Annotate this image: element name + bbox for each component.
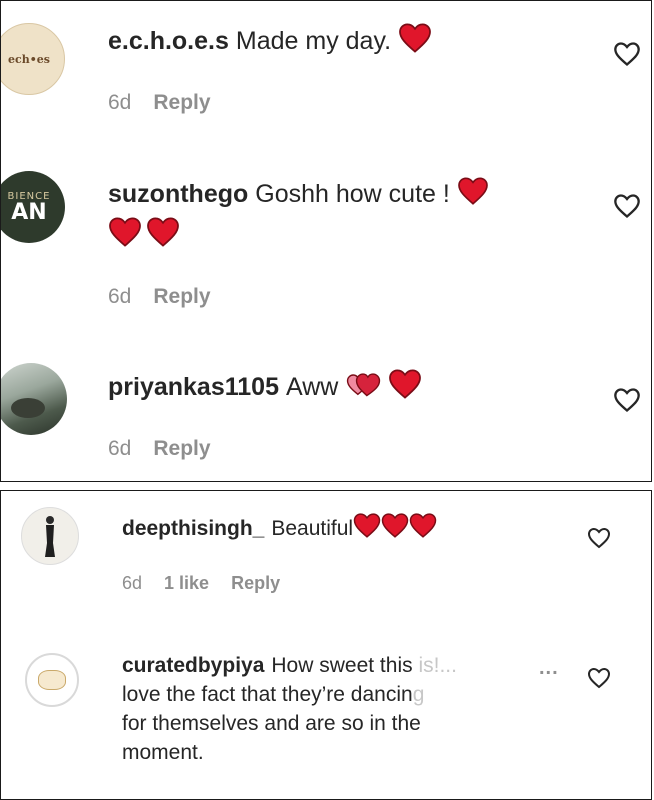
comment-body: love the fact that they’re dancin [122,683,413,706]
heart-icon [381,513,409,546]
heart-icon [398,23,432,62]
comment-line: for themselves and are so in the [122,712,421,735]
avatar[interactable]: ech•es [1,23,65,95]
comment-body-faded: g [412,683,425,706]
heart-outline-icon[interactable] [613,41,641,72]
heart-icon [353,513,381,546]
heart-icon [146,217,180,252]
panel-separator [0,482,654,490]
likes-count[interactable]: 1 like [164,573,209,593]
reply-button[interactable]: Reply [231,573,280,593]
avatar-photo [11,398,45,418]
comment-body: Made my day. [235,27,392,56]
comment-time: 6d [108,91,132,114]
avatar[interactable] [1,363,67,435]
comments-panel-bottom: deepthisingh_ Beautiful 6d 1 like Reply cur… [0,490,652,800]
comment-username[interactable]: priyankas1105 [108,373,279,401]
comment-text: deepthisingh_ Beautiful [122,513,437,546]
comment-username[interactable]: curatedbypiya [122,654,264,677]
comment-text: e.c.h.o.e.s Made my day. [108,23,432,62]
comment-body: How sweet this [271,654,413,677]
comment-username[interactable]: suzonthego [108,180,248,208]
comment-line: love the fact that they’re dancing [122,680,582,709]
comment-text: suzonthego Goshh how cute ! [108,177,489,214]
avatar-photo [45,516,55,557]
heart-icon [388,369,422,408]
avatar-logo [38,670,66,690]
avatar-logo-text: ech•es [8,52,50,66]
comment-body: Beautiful [271,517,354,541]
reply-button[interactable]: Reply [153,437,210,460]
heart-outline-icon[interactable] [587,527,611,554]
heart-icon [457,177,489,214]
avatar[interactable] [25,653,79,707]
comment-line: curatedbypiya How sweet this is!... [122,651,582,680]
comment-meta: 6d Reply [108,437,233,461]
comments-panel-top: ech•es e.c.h.o.e.s Made my day. 6d Reply B… [0,0,652,482]
comment-line: moment. [122,741,204,764]
comment-body: Goshh how cute ! [255,180,450,209]
comment-username[interactable]: deepthisingh_ [122,517,264,540]
comment-time: 6d [122,573,143,593]
heart-icon [409,513,437,546]
comment-meta: 6d 1 like Reply [122,573,302,594]
comment-meta: 6d Reply [108,91,233,115]
comment-time: 6d [108,437,132,460]
comment-hearts-row [108,217,180,252]
heart-outline-icon[interactable] [587,667,611,694]
avatar-logo-text-bottom: AN [11,199,47,225]
reply-button[interactable]: Reply [153,285,210,308]
comment-time: 6d [108,285,132,308]
comment-text: curatedbypiya How sweet this is!... love … [122,651,582,767]
avatar[interactable]: BIENCE AN [1,171,65,243]
comment-username[interactable]: e.c.h.o.e.s [108,27,229,55]
avatar[interactable] [21,507,79,565]
more-button[interactable]: ... [539,657,559,680]
heart-icon [108,217,142,252]
comment-body-faded: is!... [418,654,457,677]
comment-meta: 6d Reply [108,285,233,309]
comment-text: priyankas1105 Aww [108,369,422,408]
heart-outline-icon[interactable] [613,387,641,418]
reply-button[interactable]: Reply [153,91,210,114]
growing-heart-icon [345,369,381,408]
heart-outline-icon[interactable] [613,193,641,224]
comment-body: Aww [285,373,339,402]
